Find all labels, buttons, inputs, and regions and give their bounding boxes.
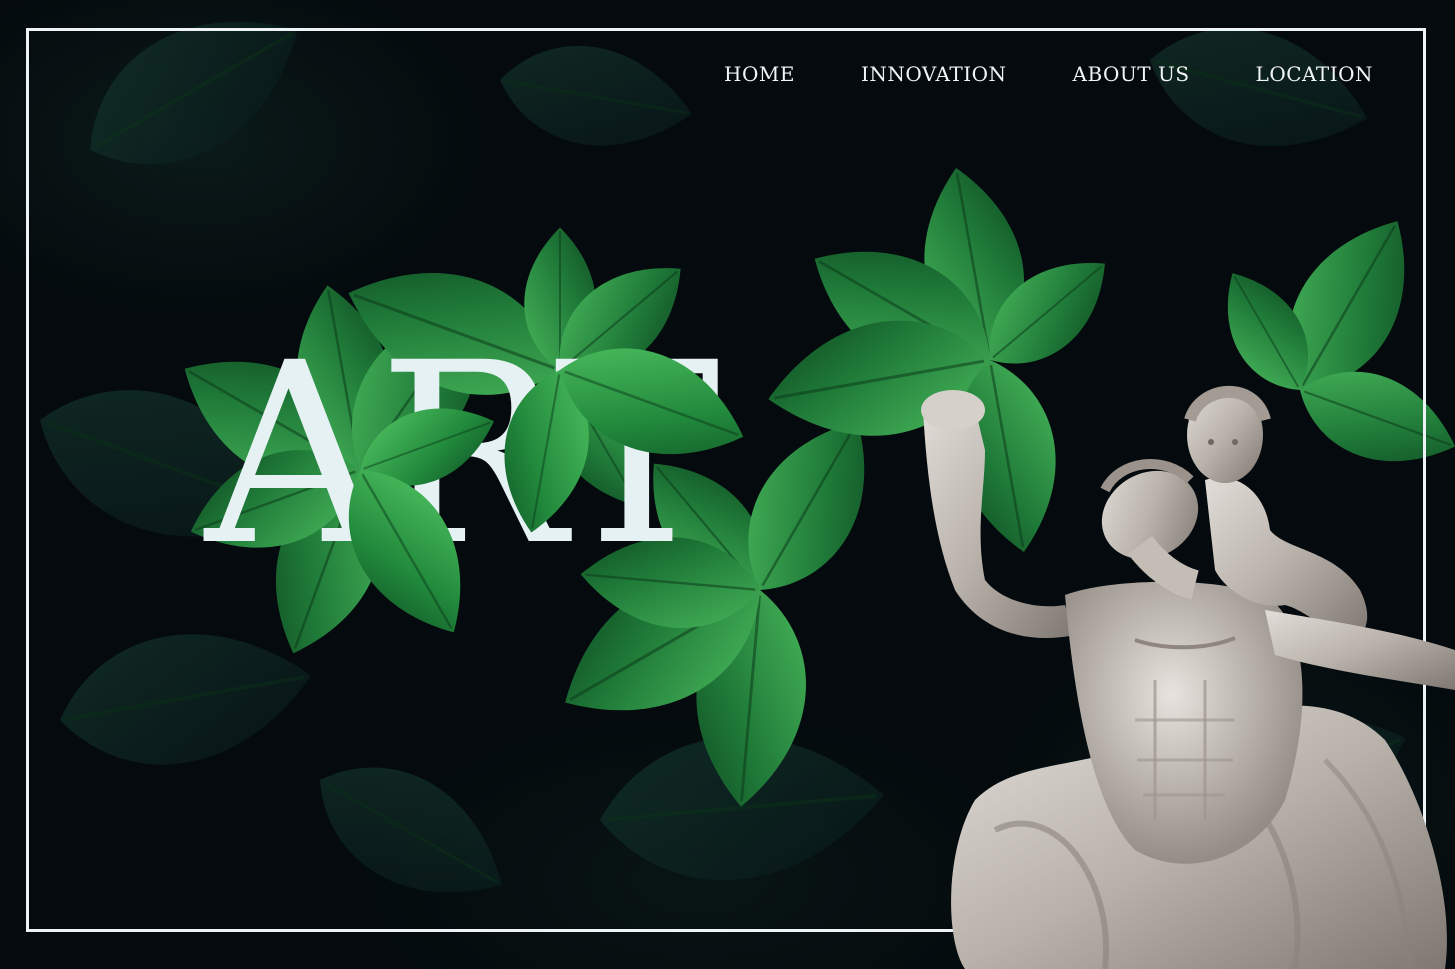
landing-page: HOME INNOVATION ABOUT US LOCATION ART: [0, 0, 1455, 969]
marble-statue-image: [921, 385, 1455, 969]
hero-title: ART: [205, 309, 720, 600]
nav-innovation-link[interactable]: INNOVATION: [861, 62, 1007, 86]
nav-home-link[interactable]: HOME: [724, 62, 795, 86]
top-navigation: HOME INNOVATION ABOUT US LOCATION: [658, 62, 1373, 86]
nav-location-link[interactable]: LOCATION: [1256, 62, 1373, 86]
nav-about-us-link[interactable]: ABOUT US: [1073, 62, 1190, 86]
